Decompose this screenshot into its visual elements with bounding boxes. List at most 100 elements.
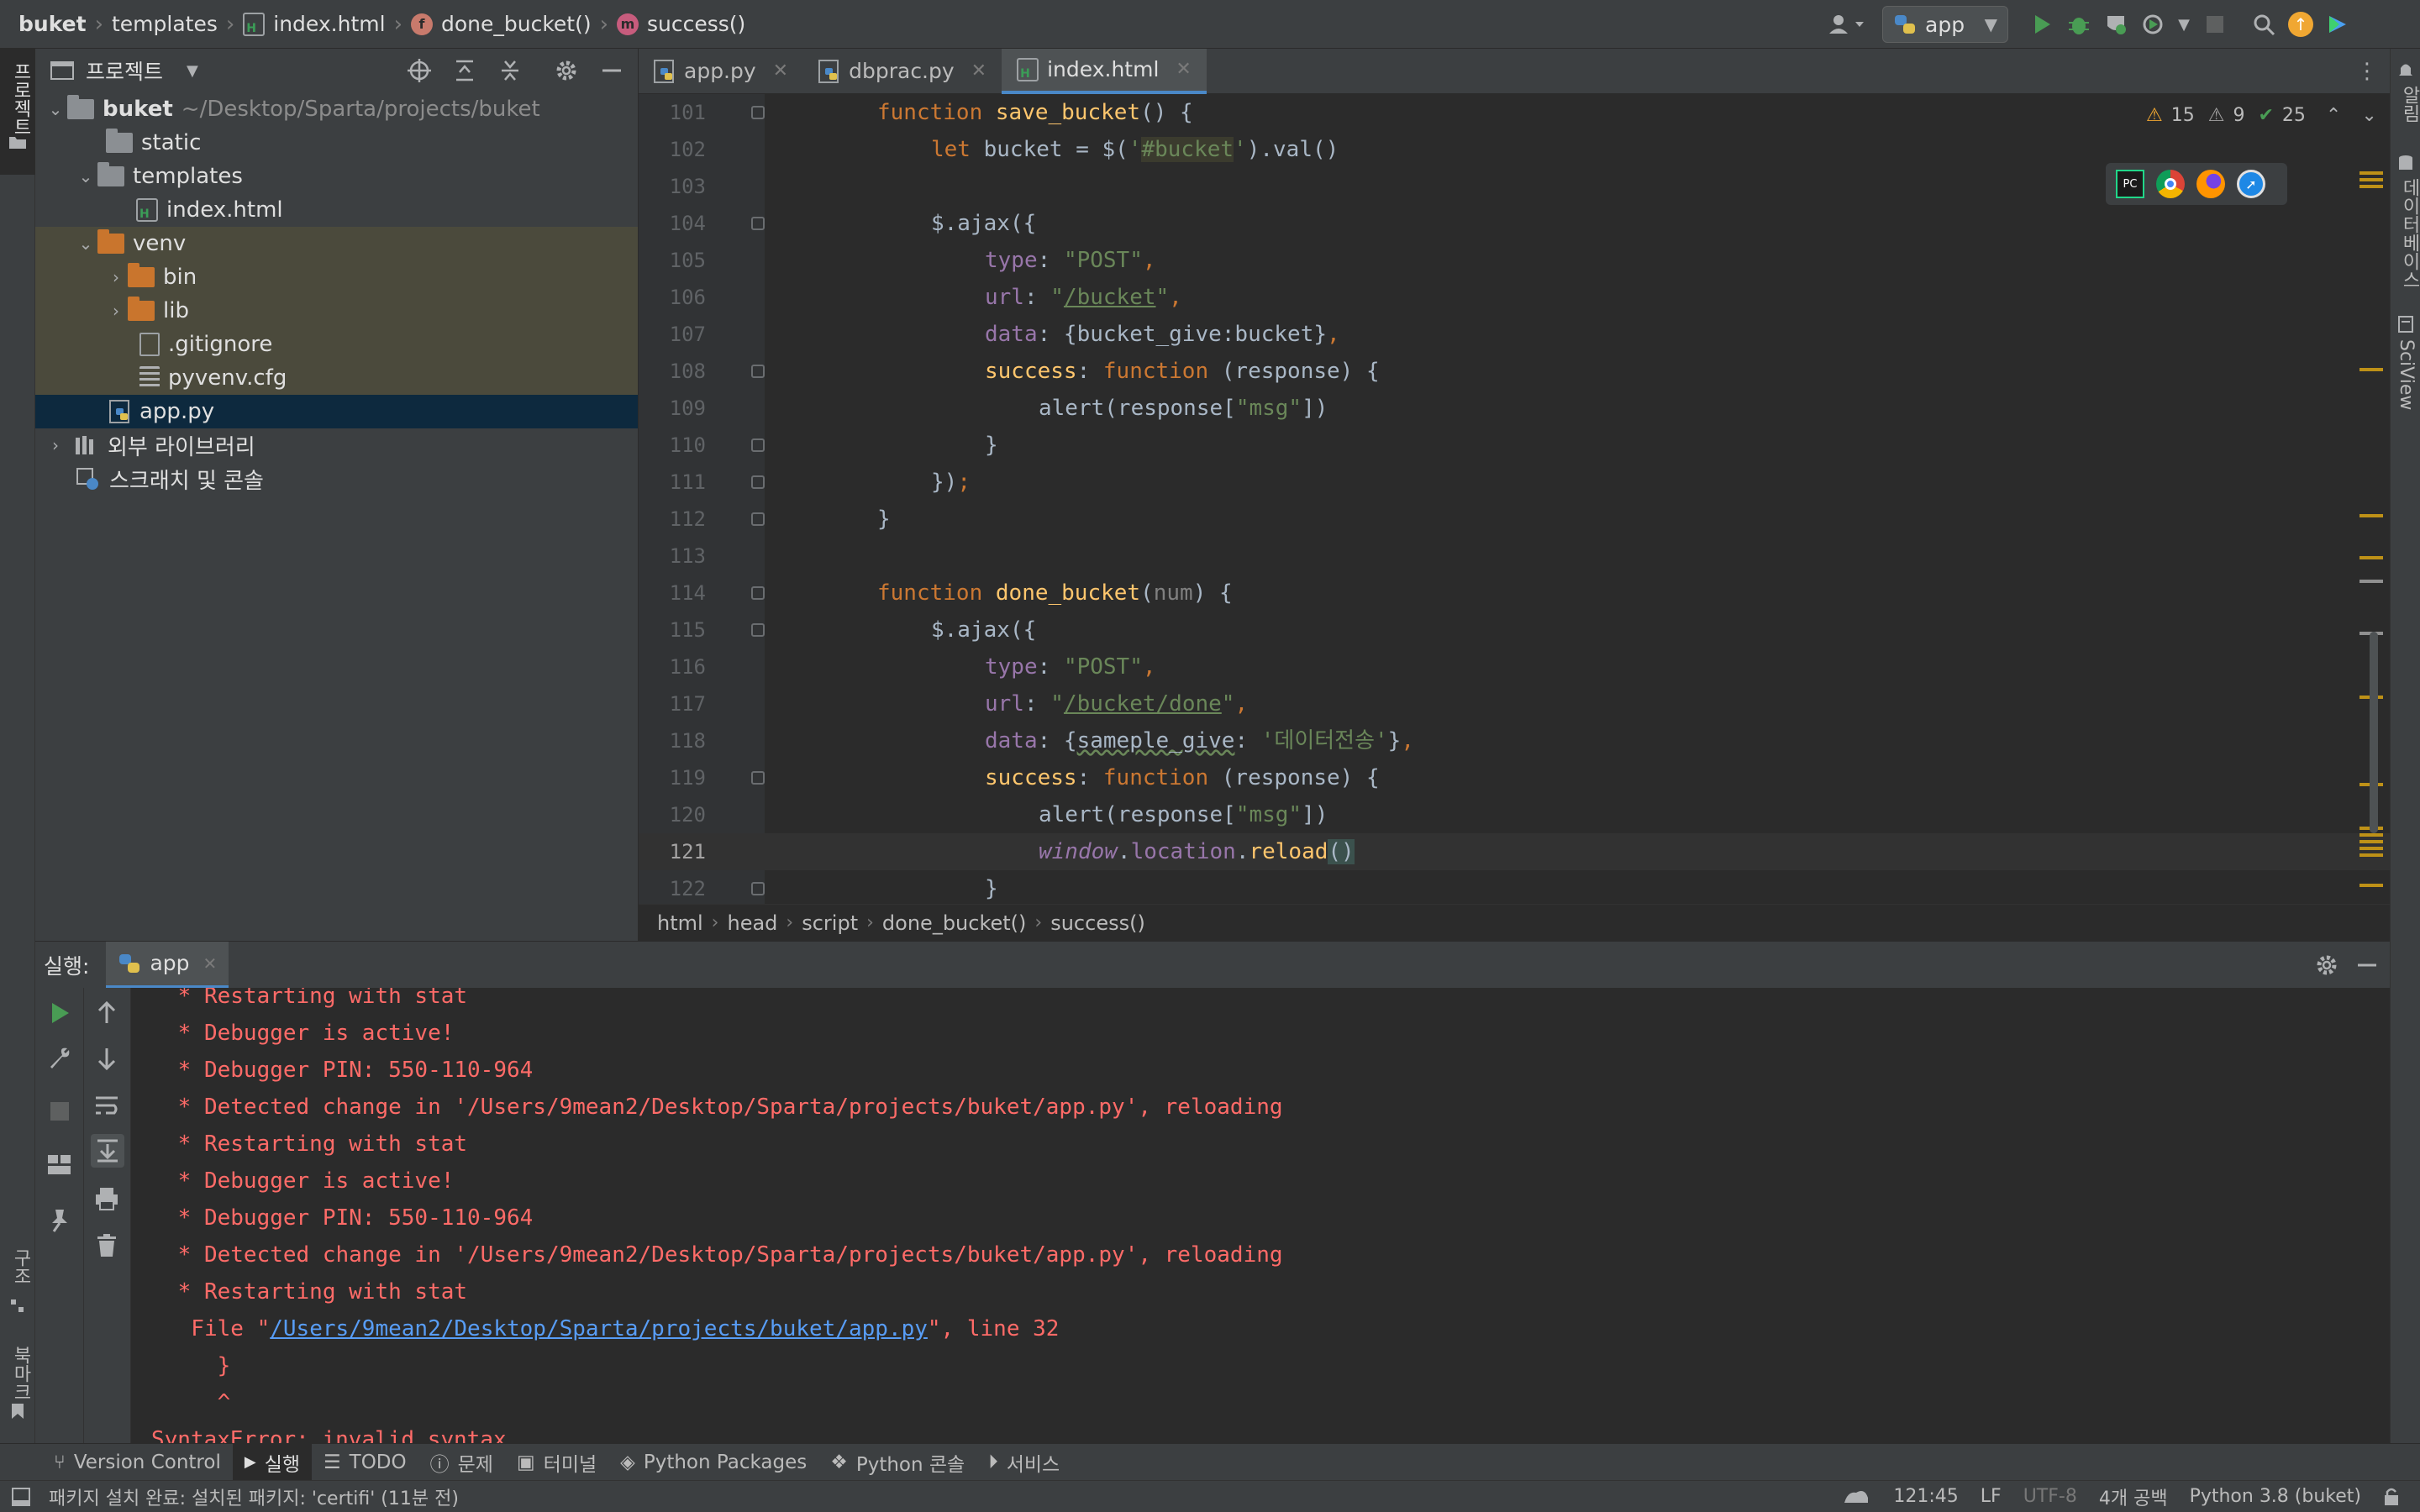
user-menu-icon[interactable] (1820, 6, 1874, 43)
code-line-current[interactable]: 121 window.location.reload() (639, 833, 2390, 870)
tree-item-buket[interactable]: ⌄ buket ~/Desktop/Sparta/projects/buket (35, 92, 638, 126)
gear-icon[interactable] (554, 58, 579, 83)
run-icon[interactable] (2023, 6, 2060, 43)
project-tool-tab[interactable]: 프로젝트 (7, 62, 34, 136)
code-line[interactable]: 115 $.ajax({ (639, 612, 2390, 648)
error-stripe[interactable] (2360, 94, 2390, 904)
run-console-output[interactable]: * Restarting with stat * Debugger is act… (131, 988, 2390, 1443)
firefox-icon[interactable] (2196, 170, 2225, 198)
trash-icon[interactable] (96, 1233, 118, 1258)
run-configuration-select[interactable]: app ▼ (1882, 6, 2008, 43)
search-everywhere-icon[interactable] (2245, 6, 2282, 43)
code-line[interactable]: 101 function save_bucket() { (639, 94, 2390, 131)
breadcrumb-done-bucket[interactable]: done_bucket() (882, 911, 1026, 935)
breadcrumb-method[interactable]: success() (647, 12, 745, 36)
arrow-up-icon[interactable] (96, 1001, 118, 1025)
tree-item-index-html[interactable]: index.html (35, 193, 638, 227)
caret-position[interactable]: 121:45 (1893, 1486, 1958, 1507)
tool-run[interactable]: ▶ 실행 (232, 1443, 313, 1481)
code-line[interactable]: 118 data: {sameple_give: '데이터전송'}, (639, 722, 2390, 759)
code-line[interactable]: 117 url: "/bucket/done", (639, 685, 2390, 722)
close-icon[interactable]: ✕ (971, 60, 986, 81)
breadcrumb-success[interactable]: success() (1050, 911, 1145, 935)
notifications-bell-icon[interactable] (2397, 60, 2414, 79)
pin-icon[interactable] (49, 1208, 71, 1233)
ide-update-icon[interactable]: ↑ (2282, 6, 2319, 43)
background-tasks-icon[interactable] (1843, 1486, 1871, 1508)
close-icon[interactable]: ✕ (773, 60, 788, 81)
fold-icon[interactable] (751, 106, 765, 119)
code-line[interactable]: 111}); (639, 464, 2390, 501)
chevron-down-icon[interactable]: ⌄ (74, 234, 97, 254)
tree-item-lib[interactable]: › lib (35, 294, 638, 328)
coverage-icon[interactable] (2097, 6, 2134, 43)
file-link[interactable]: /Users/9mean2/Desktop/Sparta/projects/bu… (270, 1316, 928, 1341)
code-line[interactable]: 106 url: "/bucket", (639, 279, 2390, 316)
tool-services[interactable]: ⏵ 서비스 (976, 1444, 1071, 1481)
breadcrumb-folder[interactable]: templates (112, 12, 218, 36)
tool-python-console[interactable]: ❖ Python 콘솔 (818, 1444, 976, 1481)
soft-wrap-icon[interactable] (94, 1094, 119, 1117)
tree-item-gitignore[interactable]: .gitignore (35, 328, 638, 361)
fold-icon[interactable] (751, 365, 765, 378)
code-line[interactable]: 113 (639, 538, 2390, 575)
code-line[interactable]: 104 $.ajax({ (639, 205, 2390, 242)
database-tool-tab[interactable]: 데이터베이스 (2396, 178, 2420, 289)
fold-icon[interactable] (751, 512, 765, 526)
tool-problems[interactable]: ⓘ 문제 (418, 1444, 505, 1481)
chevron-down-icon[interactable]: ⌄ (44, 99, 67, 119)
breadcrumb-script[interactable]: script (802, 911, 858, 935)
code-line[interactable]: 112} (639, 501, 2390, 538)
breadcrumb-html[interactable]: html (657, 911, 703, 935)
bookmarks-tool-tab[interactable]: 북마크 (7, 1346, 34, 1401)
code-line[interactable]: 120 alert(response["msg"]) (639, 796, 2390, 833)
collapse-all-icon[interactable] (498, 59, 522, 82)
close-icon[interactable]: ✕ (1176, 59, 1191, 80)
view-dropdown-icon[interactable]: ▼ (187, 62, 198, 80)
project-panel-title[interactable]: 프로젝트 (86, 55, 163, 86)
code-line[interactable]: 105 type: "POST", (639, 242, 2390, 279)
tool-todo[interactable]: ☰ TODO (312, 1444, 418, 1481)
tab-dbprac-py[interactable]: dbprac.py ✕ (803, 49, 1002, 94)
notifications-tool-tab[interactable]: 알림 (2396, 86, 2420, 123)
readonly-lock-icon[interactable] (2383, 1487, 2400, 1507)
stop-icon[interactable] (50, 1102, 69, 1121)
rerun-icon[interactable] (49, 1001, 71, 1025)
tree-item-static[interactable]: static (35, 126, 638, 160)
breadcrumb-function[interactable]: done_bucket() (441, 12, 592, 36)
print-icon[interactable] (94, 1186, 119, 1211)
more-run-options-icon[interactable]: ▼ (2171, 6, 2196, 43)
chrome-icon[interactable] (2156, 170, 2185, 198)
python-interpreter[interactable]: Python 3.8 (buket) (2190, 1486, 2361, 1507)
sciview-tool-tab[interactable]: SciView (2396, 339, 2417, 410)
code-line[interactable]: 109 alert(response["msg"]) (639, 390, 2390, 427)
tool-python-packages[interactable]: ◈ Python Packages (608, 1444, 818, 1481)
locate-file-icon[interactable] (408, 59, 431, 82)
chevron-right-icon[interactable]: › (104, 267, 128, 287)
run-tab-app[interactable]: app ✕ (106, 941, 229, 989)
wrench-icon[interactable] (47, 1045, 72, 1070)
tool-version-control[interactable]: ⑂ Version Control (42, 1444, 233, 1481)
editor-scrollbar[interactable] (2370, 632, 2378, 833)
gear-icon[interactable] (2314, 953, 2339, 978)
more-tabs-icon[interactable]: ⋮ (2356, 59, 2378, 84)
code-line[interactable]: 119 success: function (response) { (639, 759, 2390, 796)
tab-index-html[interactable]: index.html ✕ (1002, 48, 1207, 94)
stop-icon[interactable] (2196, 6, 2233, 43)
hide-panel-icon[interactable] (2356, 954, 2378, 976)
tree-item-bin[interactable]: › bin (35, 260, 638, 294)
code-line[interactable]: 108 success: function (response) { (639, 353, 2390, 390)
chevron-down-icon[interactable]: ⌄ (74, 166, 97, 186)
layout-icon[interactable] (47, 1154, 72, 1176)
line-separator[interactable]: LF (1981, 1486, 2002, 1507)
structure-tool-tab[interactable]: 구조 (7, 1248, 34, 1285)
chevron-right-icon[interactable]: › (44, 435, 67, 455)
arrow-down-icon[interactable] (96, 1047, 118, 1070)
fold-icon[interactable] (751, 586, 765, 600)
indent-setting[interactable]: 4개 공백 (2099, 1483, 2168, 1510)
tool-terminal[interactable]: ▣ 터미널 (505, 1444, 608, 1481)
chevron-right-icon[interactable]: › (104, 301, 128, 321)
code-line[interactable]: 114 function done_bucket(num) { (639, 575, 2390, 612)
code-line[interactable]: 107 data: {bucket_give:bucket}, (639, 316, 2390, 353)
tab-app-py[interactable]: app.py ✕ (639, 49, 803, 94)
